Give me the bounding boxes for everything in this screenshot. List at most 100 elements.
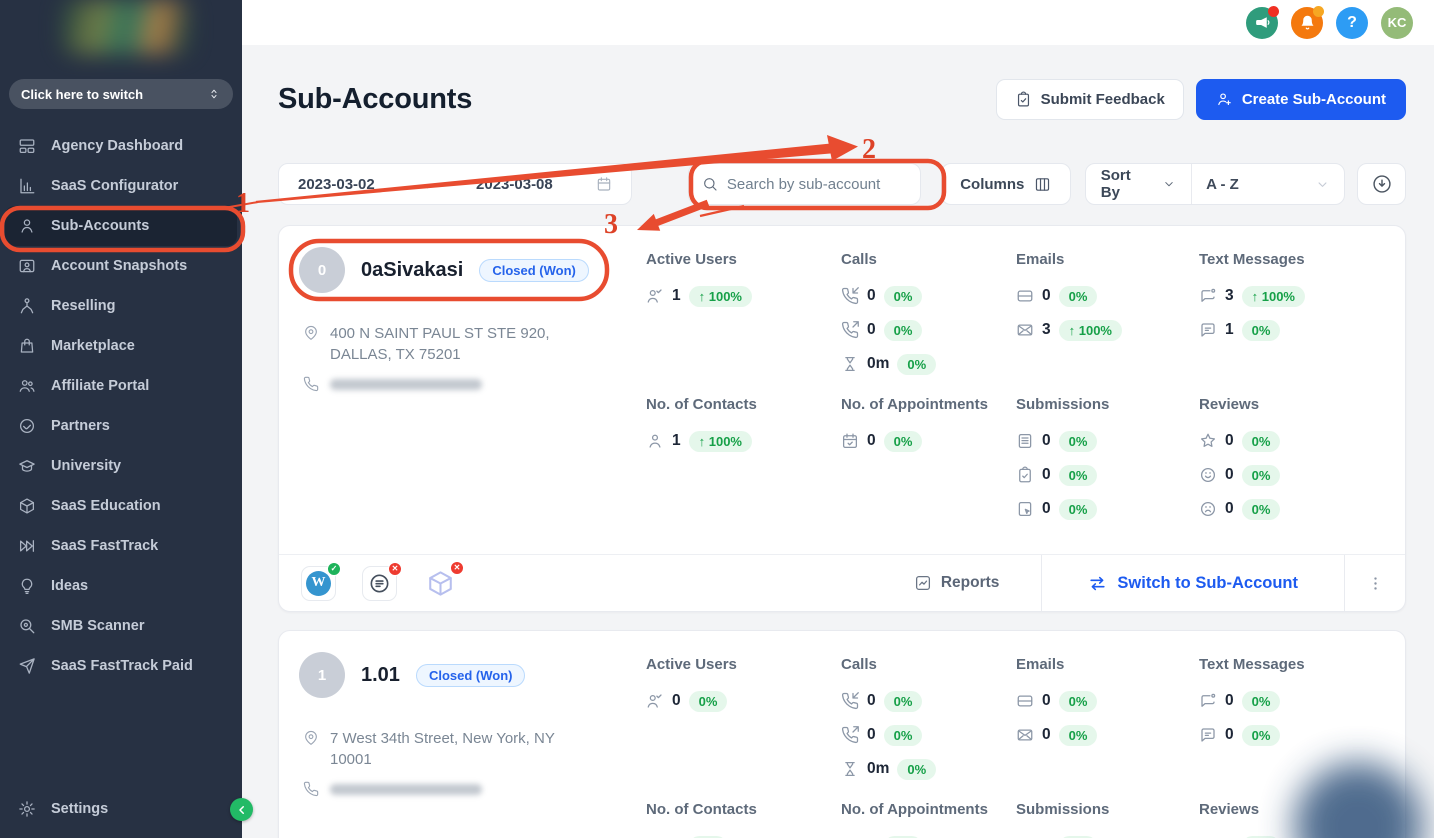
download-circle-icon xyxy=(1372,174,1392,194)
chevron-updown-icon xyxy=(207,87,221,101)
sidebar-item-label: Agency Dashboard xyxy=(51,138,183,154)
sub-accounts-icon xyxy=(18,217,36,235)
sidebar-item-marketplace[interactable]: Marketplace xyxy=(5,326,237,366)
account-address: 7 West 34th Street, New York, NY10001 xyxy=(303,728,633,770)
stat-delta-pill: 0% xyxy=(884,431,923,452)
columns-button[interactable]: Columns xyxy=(941,163,1071,205)
sort-order-select[interactable]: A - Z xyxy=(1192,164,1344,204)
saas-configurator-icon xyxy=(18,177,36,195)
sidebar-item-saas-fasttrack-paid[interactable]: SaaS FastTrack Paid xyxy=(5,646,237,686)
sidebar-item-label: Sub-Accounts xyxy=(51,218,149,234)
stat-delta-pill: 0% xyxy=(1059,499,1098,520)
account-switcher[interactable]: Click here to switch xyxy=(9,79,233,109)
stat-value: 0 xyxy=(1225,692,1234,710)
notifications-button[interactable] xyxy=(1291,7,1323,39)
sidebar-item-saas-configurator[interactable]: SaaS Configurator xyxy=(5,166,237,206)
integration-integration-2[interactable]: ✕ xyxy=(362,566,397,601)
reselling-icon xyxy=(18,297,36,315)
stat-value: 0 xyxy=(1042,692,1051,710)
sidebar-item-affiliate-portal[interactable]: Affiliate Portal xyxy=(5,366,237,406)
smile-icon xyxy=(1199,466,1217,484)
stat-value: 0 xyxy=(1042,466,1051,484)
main-content: Sub-Accounts Submit Feedback Create Sub-… xyxy=(242,45,1434,838)
sidebar-item-university[interactable]: University xyxy=(5,446,237,486)
sidebar-item-sub-accounts[interactable]: Sub-Accounts xyxy=(5,206,237,246)
message-icon xyxy=(1199,726,1217,744)
account-address: 400 N SAINT PAUL ST STE 920,DALLAS, TX 7… xyxy=(303,323,633,365)
stat-delta-pill: 0% xyxy=(689,691,728,712)
export-button[interactable] xyxy=(1357,163,1406,205)
stat-group: Submissions00% xyxy=(1016,801,1199,838)
sidebar-collapse-button[interactable] xyxy=(230,798,253,821)
hourglass-icon xyxy=(841,355,859,373)
user-avatar[interactable]: KC xyxy=(1381,7,1413,39)
account-snapshots-icon xyxy=(18,257,36,275)
sidebar: Click here to switch Agency Dashboard Saa… xyxy=(0,0,242,838)
stat-delta-pill: 0% xyxy=(1242,499,1281,520)
hourglass-icon xyxy=(841,760,859,778)
switch-icon xyxy=(1088,574,1107,593)
columns-icon xyxy=(1034,176,1051,193)
phone-number-blurred xyxy=(330,784,482,795)
stat-item: 0m0% xyxy=(841,347,1016,381)
stat-item: 00% xyxy=(841,279,1016,313)
stat-delta-pill: ↑ 100% xyxy=(689,286,752,307)
stat-group: No. of Contacts00% xyxy=(646,801,841,838)
sort-by-button[interactable]: Sort By xyxy=(1086,164,1191,204)
account-status-badge: Closed (Won) xyxy=(416,664,526,687)
sidebar-item-saas-education[interactable]: SaaS Education xyxy=(5,486,237,526)
sidebar-item-settings[interactable]: Settings xyxy=(5,789,237,829)
map-pin-icon xyxy=(303,730,319,746)
sidebar-item-reselling[interactable]: Reselling xyxy=(5,286,237,326)
stat-header: Emails xyxy=(1016,251,1199,268)
stat-item: 1↑ 100% xyxy=(646,424,841,458)
stat-delta-pill: 0% xyxy=(884,320,923,341)
stat-value: 0 xyxy=(1225,432,1234,450)
announcements-button[interactable] xyxy=(1246,7,1278,39)
university-icon xyxy=(18,457,36,475)
stat-group: Calls00%00%0m0% xyxy=(841,251,1016,381)
date-range-picker[interactable]: 2023-03-02 → 2023-03-08 xyxy=(278,163,632,205)
create-sub-account-button[interactable]: Create Sub-Account xyxy=(1196,79,1406,120)
stat-value: 0 xyxy=(867,692,876,710)
sidebar-item-label: Ideas xyxy=(51,578,88,594)
stat-header: Calls xyxy=(841,656,1016,673)
stat-item: 0 0% xyxy=(1016,458,1199,492)
integration-icon xyxy=(368,572,391,595)
help-button[interactable]: ? xyxy=(1336,7,1368,39)
chevron-left-icon xyxy=(236,804,248,816)
more-options-button[interactable] xyxy=(1345,555,1405,611)
stat-header: Active Users xyxy=(646,656,841,673)
submit-feedback-button[interactable]: Submit Feedback xyxy=(996,79,1184,120)
stat-header: Text Messages xyxy=(1199,251,1389,268)
sidebar-item-saas-fasttrack[interactable]: SaaS FastTrack xyxy=(5,526,237,566)
stat-delta-pill: 0% xyxy=(1242,725,1281,746)
stat-header: Calls xyxy=(841,251,1016,268)
calendar-icon xyxy=(596,176,612,192)
stat-item: 00% xyxy=(1016,279,1199,313)
person-icon xyxy=(646,432,664,450)
integration-integration-3[interactable]: ✕ xyxy=(423,566,458,601)
stat-item: 00% xyxy=(841,313,1016,347)
switch-to-sub-account-button[interactable]: Switch to Sub-Account xyxy=(1042,555,1344,611)
star-icon xyxy=(1199,432,1217,450)
account-name: 0aSivakasi xyxy=(361,259,463,282)
sidebar-item-account-snapshots[interactable]: Account Snapshots xyxy=(5,246,237,286)
sidebar-item-smb-scanner[interactable]: SMB Scanner xyxy=(5,606,237,646)
sidebar-item-label: Reselling xyxy=(51,298,115,314)
stat-group: No. of Appointments00% xyxy=(841,396,1016,526)
stat-group: Submissions00%00%00% xyxy=(1016,396,1199,526)
sidebar-item-label: SaaS Configurator xyxy=(51,178,178,194)
sidebar-item-partners[interactable]: Partners xyxy=(5,406,237,446)
sidebar-item-agency-dashboard[interactable]: Agency Dashboard xyxy=(5,126,237,166)
stat-group: No. of Contacts1↑ 100% xyxy=(646,396,841,526)
stat-value: 3 xyxy=(1225,287,1234,305)
sidebar-item-ideas[interactable]: Ideas xyxy=(5,566,237,606)
search-input[interactable] xyxy=(727,176,907,193)
stat-delta-pill: 0% xyxy=(1059,725,1098,746)
reports-button[interactable]: Reports xyxy=(872,555,1042,611)
integration-wordpress[interactable]: W✓ xyxy=(301,566,336,601)
stat-delta-pill: 0% xyxy=(1059,465,1098,486)
sidebar-item-label: Marketplace xyxy=(51,338,135,354)
sort-control: Sort By A - Z xyxy=(1085,163,1345,205)
